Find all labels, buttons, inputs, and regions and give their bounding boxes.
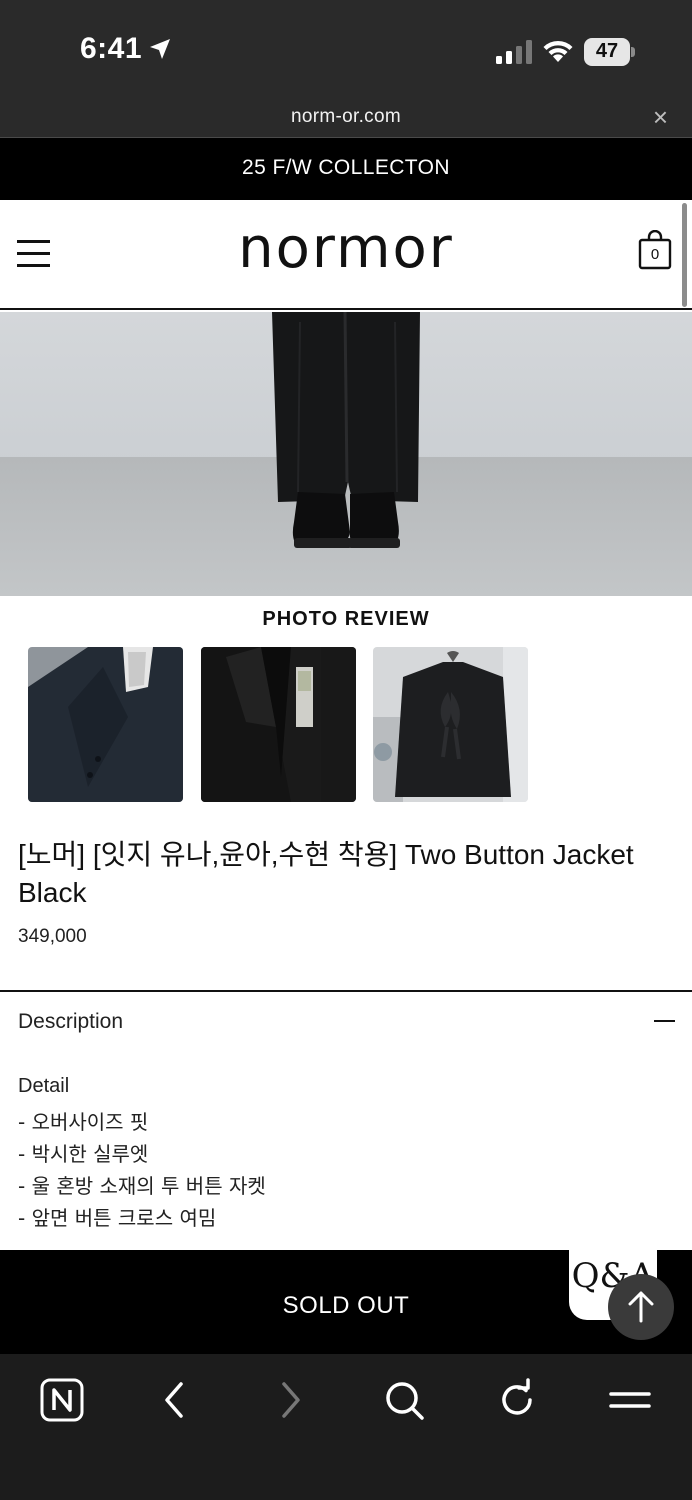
review-photo-3[interactable] bbox=[373, 647, 528, 802]
site-header: normor 0 bbox=[0, 200, 692, 310]
photo-review-title: PHOTO REVIEW bbox=[262, 608, 430, 630]
site-logo[interactable]: normor bbox=[0, 216, 692, 281]
signal-icon bbox=[496, 40, 532, 64]
product-title: [노머] [잇지 유나,윤아,수현 착용] Two Button Jacket … bbox=[18, 839, 634, 908]
search-icon bbox=[386, 1382, 424, 1420]
product-hero-image[interactable] bbox=[0, 312, 692, 596]
scroll-to-top-button[interactable] bbox=[608, 1274, 674, 1340]
arrow-up-icon bbox=[628, 1291, 654, 1323]
browser-bottom-nav bbox=[0, 1354, 692, 1500]
forward-icon bbox=[282, 1382, 300, 1418]
wifi-icon bbox=[543, 40, 573, 62]
back-button[interactable] bbox=[151, 1376, 199, 1424]
url-text[interactable]: norm-or.com bbox=[0, 106, 692, 128]
location-arrow-icon bbox=[150, 39, 170, 59]
menu-icon bbox=[609, 1392, 651, 1408]
detail-line: - 울 혼방 소재의 투 버튼 자켓 bbox=[18, 1174, 266, 1198]
review-photo-1[interactable] bbox=[28, 647, 183, 802]
detail-line: - 오버사이즈 핏 bbox=[18, 1110, 149, 1134]
search-button[interactable] bbox=[380, 1376, 428, 1424]
battery-icon: 47 bbox=[584, 38, 636, 66]
battery-level: 47 bbox=[595, 40, 619, 62]
close-icon[interactable]: × bbox=[653, 104, 668, 130]
cart-button[interactable]: 0 bbox=[638, 229, 672, 270]
review-photo-2[interactable] bbox=[201, 647, 356, 802]
detail-heading: Detail bbox=[18, 1075, 70, 1097]
refresh-button[interactable] bbox=[493, 1376, 541, 1424]
status-bar: 6:41 47 bbox=[0, 0, 692, 100]
cart-count: 0 bbox=[650, 246, 660, 263]
product-price: 349,000 bbox=[18, 926, 87, 947]
forward-button[interactable] bbox=[266, 1376, 314, 1424]
section-divider bbox=[0, 990, 692, 992]
back-icon bbox=[165, 1382, 183, 1418]
announcement-text[interactable]: 25 F/W COLLECTON bbox=[0, 156, 692, 180]
collapse-icon[interactable] bbox=[654, 1020, 675, 1022]
detail-line: - 박시한 실루엣 bbox=[18, 1142, 149, 1166]
review-image bbox=[201, 647, 356, 802]
description-accordion-header[interactable]: Description bbox=[18, 1010, 123, 1034]
status-time: 6:41 bbox=[80, 32, 143, 65]
menu-button[interactable] bbox=[606, 1376, 654, 1424]
product-photo bbox=[0, 312, 692, 596]
naver-button[interactable] bbox=[38, 1376, 86, 1424]
detail-line: - 앞면 버튼 크로스 여밈 bbox=[18, 1206, 217, 1230]
naver-icon bbox=[40, 1378, 84, 1422]
announcement-bar: 25 F/W COLLECTON bbox=[0, 138, 692, 200]
review-image bbox=[28, 647, 183, 802]
browser-url-bar[interactable]: norm-or.com × bbox=[0, 100, 692, 138]
review-image bbox=[373, 647, 528, 802]
refresh-icon bbox=[502, 1378, 532, 1415]
scrollbar[interactable] bbox=[682, 203, 687, 307]
